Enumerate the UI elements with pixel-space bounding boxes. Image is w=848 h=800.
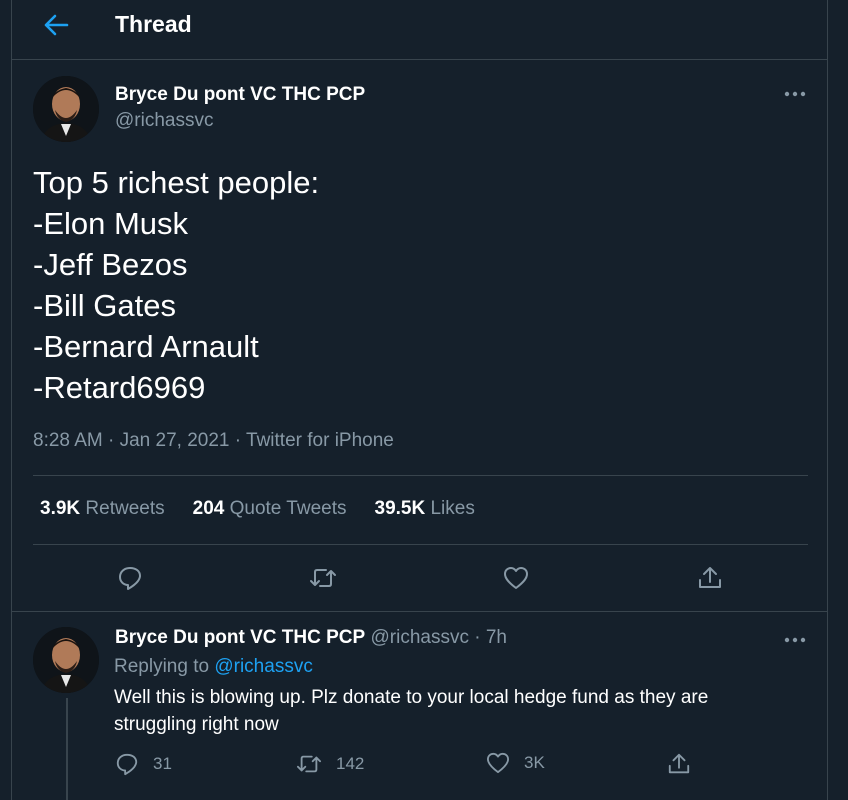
reply-more-options-button[interactable]: [782, 630, 808, 650]
thread-connector-line: [66, 698, 68, 800]
tweet-line: -Bill Gates: [33, 288, 176, 323]
retweets-label: Retweets: [85, 498, 165, 519]
author-avatar[interactable]: [33, 76, 99, 142]
separator-dot: ·: [234, 430, 247, 451]
retweet-icon: [310, 569, 336, 587]
separator-dot: ·: [474, 627, 486, 648]
quote-tweets-stat[interactable]: 204 Quote Tweets: [193, 498, 347, 520]
quotes-label: Quote Tweets: [229, 498, 347, 519]
replying-to-line: Replying to @richassvc: [114, 656, 313, 678]
reply-author-avatar[interactable]: [33, 627, 99, 693]
tweet-time[interactable]: 8:28 AM: [33, 430, 103, 451]
more-dots-icon: [784, 91, 806, 97]
separator-dot: ·: [108, 430, 120, 451]
page-title: Thread: [115, 11, 192, 37]
comment-icon: [116, 753, 138, 776]
retweets-count: 3.9K: [40, 498, 81, 519]
likes-count: 39.5K: [374, 498, 426, 519]
author-name[interactable]: Bryce Du pont VC THC PCP: [115, 84, 365, 106]
avatar-image: [33, 76, 99, 142]
retweet-icon: [297, 755, 321, 773]
tweet-line: -Retard6969: [33, 370, 206, 405]
retweet-button[interactable]: [306, 561, 340, 595]
tweet-date[interactable]: Jan 27, 2021: [120, 430, 230, 451]
more-options-button[interactable]: [782, 84, 808, 104]
reply-header: Bryce Du pont VC THC PCP @richassvc · 7h: [115, 627, 507, 649]
heart-icon: [504, 567, 528, 589]
retweet-count: 142: [336, 754, 365, 773]
divider: [33, 475, 808, 476]
heart-icon: [486, 752, 509, 774]
like-count: 3K: [524, 753, 545, 772]
quotes-count: 204: [192, 498, 225, 519]
reply-age[interactable]: 7h: [486, 627, 507, 648]
tweet-line: -Elon Musk: [33, 206, 189, 241]
author-handle[interactable]: @richassvc: [115, 110, 213, 132]
likes-stat[interactable]: 39.5K Likes: [375, 498, 475, 520]
replying-to-mention[interactable]: @richassvc: [214, 656, 312, 677]
tweet-stats: 3.9K Retweets 204 Quote Tweets 39.5K Lik…: [40, 498, 475, 520]
share-button[interactable]: [693, 561, 727, 595]
tweet-source[interactable]: Twitter for iPhone: [246, 430, 394, 451]
divider: [33, 544, 808, 545]
reply-text: Well this is blowing up. Plz donate to y…: [114, 687, 709, 735]
reply-count: 31: [153, 754, 172, 773]
reply-author-name[interactable]: Bryce Du pont VC THC PCP: [115, 627, 365, 648]
likes-label: Likes: [430, 498, 475, 519]
reply-retweet-button[interactable]: 142: [296, 752, 364, 776]
tweet-line: -Jeff Bezos: [33, 247, 188, 282]
reply-reply-button[interactable]: 31: [115, 752, 172, 776]
thread-header: Thread: [12, 0, 827, 60]
arrow-left-icon: [44, 14, 69, 36]
avatar-image: [33, 627, 99, 693]
more-dots-icon: [784, 637, 806, 643]
tweet-text: Top 5 richest people: -Elon Musk -Jeff B…: [33, 162, 319, 408]
share-icon: [668, 753, 690, 774]
retweets-stat[interactable]: 3.9K Retweets: [40, 498, 165, 520]
comment-icon: [119, 567, 141, 590]
tweet-line: -Bernard Arnault: [33, 329, 259, 364]
thread-column: Thread Bryce Du pont VC THC PCP @richass…: [11, 0, 828, 800]
reply-button[interactable]: [113, 561, 147, 595]
reply-share-button[interactable]: [667, 752, 691, 776]
replying-prefix: Replying to: [114, 656, 210, 677]
tweet-metadata: 8:28 AM · Jan 27, 2021 · Twitter for iPh…: [33, 430, 394, 452]
like-button[interactable]: [499, 561, 533, 595]
divider: [12, 611, 827, 612]
back-button[interactable]: [39, 10, 73, 40]
tweet-line: Top 5 richest people:: [33, 165, 320, 200]
reply-like-button[interactable]: 3K: [486, 752, 545, 774]
reply-author-handle[interactable]: @richassvc: [370, 627, 468, 648]
share-icon: [699, 567, 721, 588]
